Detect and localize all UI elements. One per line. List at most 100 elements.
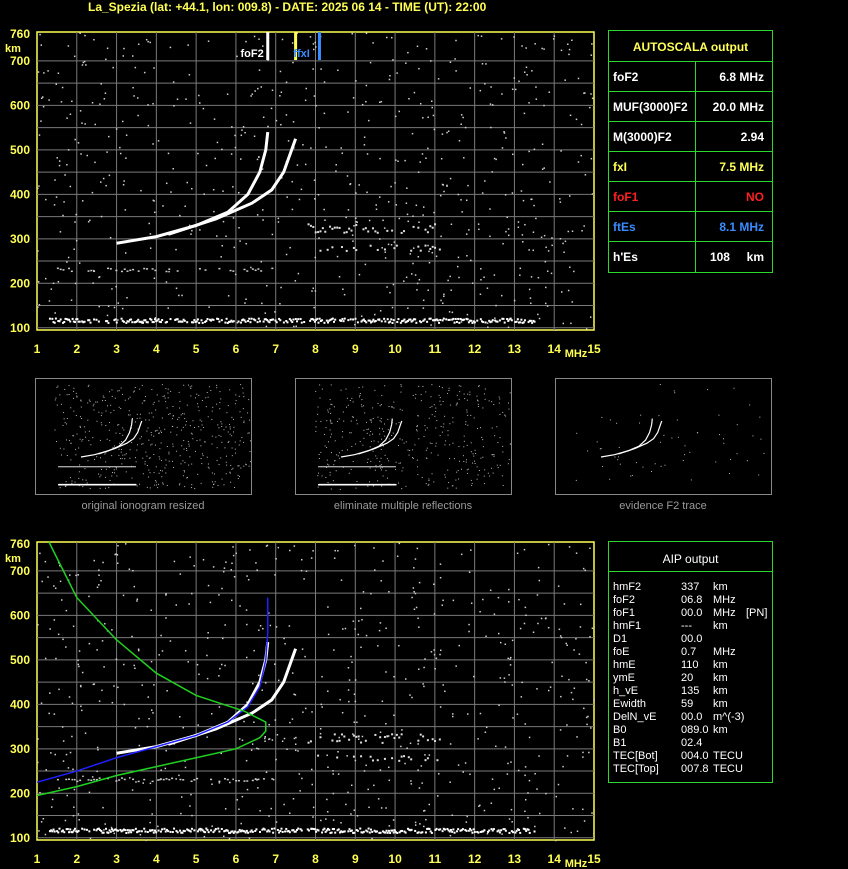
y-tick-label: 300 (10, 742, 30, 756)
y-tick-label: 100 (10, 831, 30, 845)
y-tick-label: 600 (10, 608, 30, 622)
aip-cell: hmE (613, 659, 636, 671)
aip-cell: hmF1 (613, 620, 642, 632)
aip-cell: h_vE (613, 685, 639, 697)
ionogram-chart-bottom: 1 2 3 4 5 6 7 8 9 10 11 12 13 14 15MHz1002003004005006… (5, 537, 601, 869)
aip-cell: 004.0 (681, 750, 709, 762)
autoscala-header: AUTOSCALA output (632, 40, 749, 54)
marker-label-fxI: ffxI (293, 48, 310, 60)
autoscala-row: M(3000)F2 2.94 (609, 121, 772, 152)
autoscala-row: foF1 NO (609, 181, 772, 212)
aip-header: AIP output (662, 552, 719, 566)
aip-cell: 20 (681, 672, 694, 684)
aip-cell: ymE (613, 672, 635, 684)
y-tick-label: 760 (10, 27, 30, 41)
aip-cell: foF2 (613, 594, 636, 606)
page-title: La_Spezia (lat: +44.1, lon: 009.8) - DAT… (88, 0, 487, 14)
caption-evidence: evidence F2 trace (619, 500, 707, 512)
y-tick-label: 400 (10, 697, 30, 711)
aip-cell: m^(-3) (713, 711, 745, 723)
x-tick-label: 13 (508, 852, 522, 866)
aip-cell: --- (681, 620, 692, 632)
x-tick-label: 10 (388, 852, 402, 866)
y-tick-label: 600 (10, 98, 30, 112)
aip-output-panel: AIP output hmF2 337 km foF2 06.8 MHz foF1 00.0 M… (608, 541, 773, 783)
autoscala-key: ftEs (613, 220, 636, 234)
y-tick-label: 400 (10, 187, 30, 201)
x-tick-label: 3 (113, 852, 120, 866)
thumb-original (35, 378, 252, 495)
x-tick-label: 11 (429, 342, 442, 356)
y-axis-unit: km (5, 553, 21, 565)
x-tick-label: 8 (312, 342, 319, 356)
x-tick-label: 5 (193, 852, 200, 866)
aip-cell: B1 (613, 737, 627, 749)
x-tick-label: 2 (73, 852, 80, 866)
aip-cell: TECU (713, 750, 743, 762)
aip-cell: km (713, 581, 728, 593)
aip-cell: 00.0 (681, 633, 703, 645)
x-tick-label: 9 (352, 342, 359, 356)
x-tick-label: 1 (34, 342, 41, 356)
aip-cell: 110 (681, 659, 699, 671)
aip-cell: foE (613, 646, 630, 658)
x-tick-label: 14 (548, 342, 562, 356)
caption-eliminate: eliminate multiple reflections (333, 500, 473, 512)
aip-cell: 089.0 (681, 724, 709, 736)
aip-cell: TEC[Top] (613, 763, 659, 775)
aip-cell: km (713, 698, 728, 710)
autoscala-value: 8.1 MHz (719, 220, 764, 234)
y-tick-label: 200 (10, 786, 30, 800)
autoscala-value: 7.5 MHz (719, 160, 764, 174)
ionogram-chart-top: 1 2 3 4 5 6 7 8 9 10 11 12 13 14 15MHz1002003004005006… (5, 27, 601, 360)
y-tick-label: 100 (10, 321, 30, 335)
autoscala-row: fxI 7.5 MHz (609, 151, 772, 182)
autoscala-value: 6.8 MHz (719, 70, 764, 84)
x-tick-label: 3 (113, 342, 120, 356)
autoscala-value: NO (746, 190, 764, 204)
aip-cell: hmF2 (613, 581, 642, 593)
autoscala-key: h'Es (613, 250, 638, 264)
aip-cell: 135 (681, 685, 700, 697)
aip-cell: MHz (713, 607, 736, 619)
y-tick-label: 500 (10, 143, 30, 157)
x-tick-label: 4 (153, 852, 160, 866)
y-tick-label: 760 (10, 537, 30, 551)
aip-cell: km (713, 685, 728, 697)
marker-label-foF2: foF2 (241, 48, 264, 60)
x-tick-label: 6 (233, 342, 240, 356)
x-tick-label: 4 (153, 342, 160, 356)
x-axis-unit: MHz (565, 858, 588, 869)
y-tick-label: 500 (10, 653, 30, 667)
x-tick-label: 13 (508, 342, 522, 356)
x-tick-label: 10 (388, 342, 402, 356)
aip-cell: 59 (681, 698, 694, 710)
autoscala-row: foF2 6.8 MHz (609, 61, 772, 92)
x-axis-unit: MHz (565, 348, 588, 360)
autoscala-row: MUF(3000)F2 20.0 MHz (609, 91, 772, 122)
aip-cell: 02.4 (681, 737, 703, 749)
autoscala-output-panel: AUTOSCALA output foF2 6.8 MHz MUF(3000)F2 2… (608, 30, 773, 273)
thumb-eliminate (295, 378, 512, 495)
y-tick-label: 700 (10, 564, 30, 578)
autoscala-key: MUF(3000)F2 (613, 100, 688, 114)
autoscala-key: M(3000)F2 (613, 130, 672, 144)
x-tick-label: 5 (193, 342, 200, 356)
x-tick-label: 12 (468, 852, 482, 866)
x-tick-label: 15 (587, 852, 601, 866)
aip-cell: 337 (681, 581, 700, 593)
aip-cell: MHz (713, 646, 736, 658)
x-tick-label: 15 (587, 342, 601, 356)
x-tick-label: 1 (34, 852, 41, 866)
aip-cell: Ewidth (613, 698, 647, 710)
aip-cell: DelN_vE (613, 711, 657, 723)
y-axis-unit: km (5, 43, 21, 55)
x-tick-label: 7 (272, 852, 279, 866)
aip-cell: 00.0 (681, 607, 703, 619)
aip-cell: D1 (613, 633, 628, 645)
thumb-evidence (555, 378, 772, 495)
y-tick-label: 300 (10, 232, 30, 246)
aip-cell: 00.0 (681, 711, 703, 723)
aip-cell: 06.8 (681, 594, 703, 606)
aip-cell: km (713, 659, 728, 671)
